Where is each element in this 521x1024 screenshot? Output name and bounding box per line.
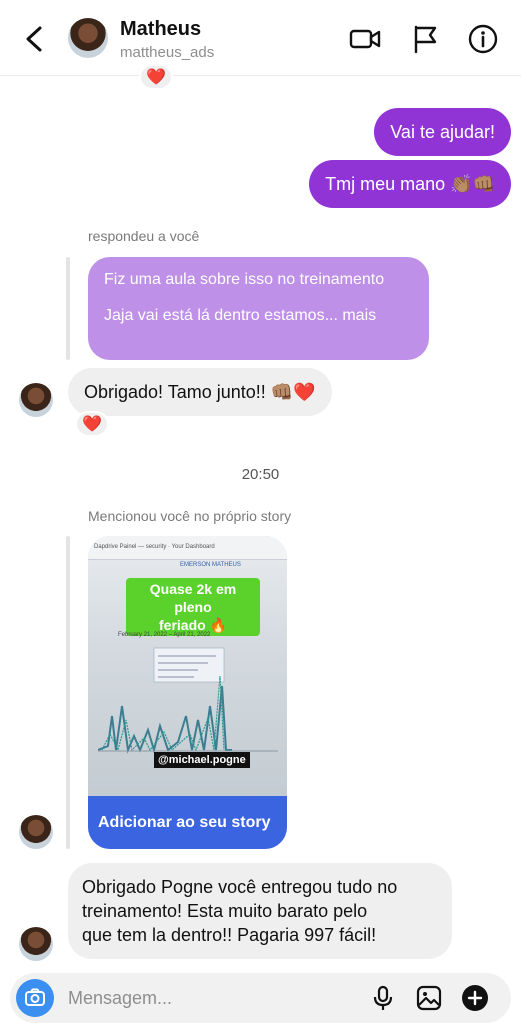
quote-bar: [66, 257, 70, 360]
gallery-icon[interactable]: [415, 984, 443, 1012]
message-composer: [10, 973, 511, 1023]
plus-circle-icon[interactable]: [461, 984, 489, 1012]
received-message[interactable]: Obrigado! Tamo junto!! 👊🏽❤️: [68, 368, 332, 416]
story-mention-label: Mencionou você no próprio story: [88, 508, 292, 524]
message-reaction[interactable]: ❤️: [139, 64, 173, 90]
message-line: treinamento! Esta muito barato pelo: [82, 901, 368, 921]
flag-icon[interactable]: [408, 22, 442, 56]
contact-username[interactable]: mattheus_ads: [120, 44, 214, 61]
story-card[interactable]: Dapdrive Painel — security · Your Dashbo…: [88, 536, 287, 849]
message-line: que tem la dentro!! Pagaria 997 fácil!: [82, 925, 377, 945]
chevron-left-icon[interactable]: [20, 22, 48, 56]
info-icon[interactable]: [466, 22, 500, 56]
contact-name[interactable]: Matheus: [120, 18, 201, 41]
chat-header: Matheus mattheus_ads: [0, 0, 521, 76]
timestamp: 20:50: [241, 466, 280, 483]
sent-message[interactable]: Vai te ajudar!: [374, 108, 511, 156]
story-image[interactable]: Dapdrive Painel — security · Your Dashbo…: [88, 536, 287, 796]
story-date-range: February 21, 2022 – April 21, 2022: [118, 632, 211, 638]
quoted-text-line: Jaja vai está lá dentro estamos... mais: [104, 307, 377, 324]
avatar[interactable]: [19, 815, 53, 849]
quote-bar: [66, 536, 70, 849]
video-call-icon[interactable]: [348, 22, 382, 56]
quoted-message[interactable]: Fiz uma aula sobre isso no treinamento J…: [88, 257, 429, 360]
story-mention-tag: @michael.pogne: [154, 752, 250, 768]
message-line: Obrigado Pogne você entregou tudo no: [82, 877, 398, 897]
story-browser-bar: Dapdrive Painel — security · Your Dashbo…: [88, 536, 287, 560]
microphone-icon[interactable]: [369, 984, 397, 1012]
avatar[interactable]: [68, 18, 108, 58]
quoted-text-line: Fiz uma aula sobre isso no treinamento: [104, 271, 385, 288]
camera-icon: [25, 988, 45, 1006]
story-subtitle: EMERSON MATHEUS: [180, 562, 241, 568]
add-to-story-button[interactable]: Adicionar ao seu story: [88, 796, 287, 849]
camera-button[interactable]: [16, 979, 54, 1017]
sent-message[interactable]: Tmj meu mano 👏🏽👊🏽: [309, 160, 511, 208]
story-sticker: Quase 2k em pleno feriado 🔥: [126, 578, 260, 636]
avatar[interactable]: [19, 383, 53, 417]
avatar[interactable]: [19, 927, 53, 961]
story-chart-graphic: [98, 647, 278, 754]
reply-label: respondeu a você: [88, 228, 200, 244]
received-message[interactable]: Obrigado Pogne você entregou tudo no tre…: [68, 863, 452, 959]
message-reaction[interactable]: ❤️: [75, 411, 109, 437]
sticker-line: Quase 2k em pleno: [149, 581, 237, 615]
message-input[interactable]: [68, 986, 348, 1010]
